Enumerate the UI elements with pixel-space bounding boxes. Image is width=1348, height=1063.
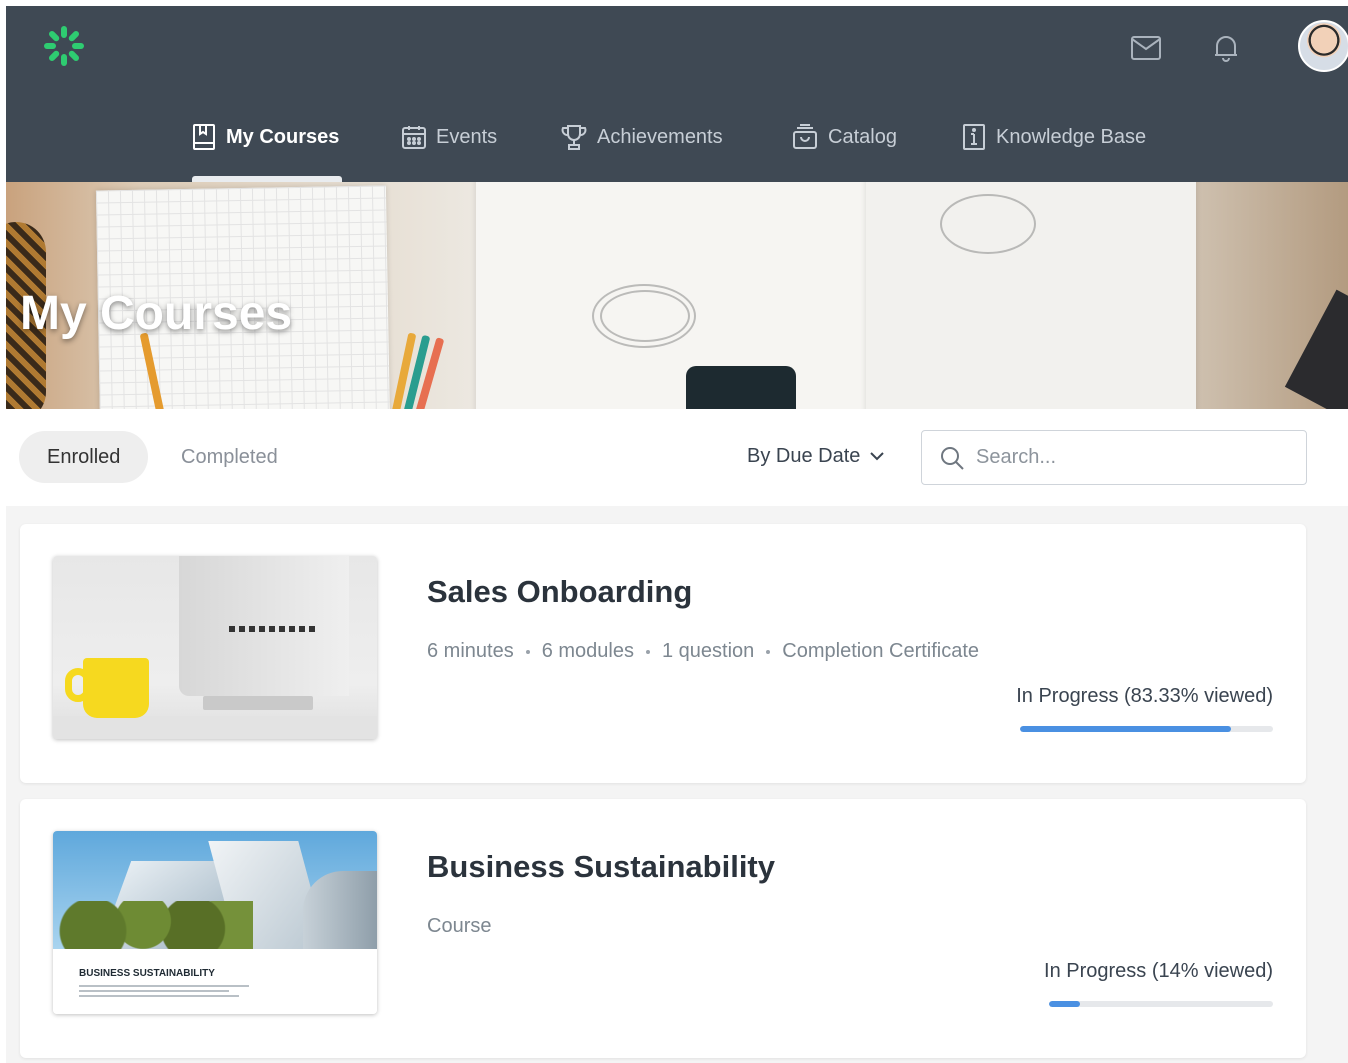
progress-fill bbox=[1049, 1001, 1081, 1007]
chevron-down-icon bbox=[870, 452, 885, 461]
nav-label: Events bbox=[436, 125, 498, 148]
nav-label: Catalog bbox=[828, 125, 897, 148]
separator-dot bbox=[646, 649, 650, 654]
bell-icon[interactable] bbox=[1210, 32, 1242, 64]
info-icon bbox=[963, 124, 985, 150]
nav-item-catalog[interactable]: Catalog bbox=[792, 120, 897, 154]
top-bar: My Courses Events Achievements Catalog K… bbox=[6, 6, 1348, 182]
progress-label: In Progress (83.33% viewed) bbox=[1016, 685, 1273, 707]
meta-duration: 6 minutes bbox=[427, 640, 514, 662]
course-title[interactable]: Business Sustainability bbox=[427, 849, 775, 885]
thumbnail-caption: BUSINESS SUSTAINABILITY bbox=[79, 968, 215, 979]
search-box bbox=[921, 430, 1307, 485]
tab-enrolled[interactable]: Enrolled bbox=[19, 431, 149, 483]
search-input[interactable] bbox=[976, 446, 1276, 469]
progress-bar bbox=[1049, 1001, 1273, 1007]
nav-item-my-courses[interactable]: My Courses bbox=[192, 120, 339, 154]
hero-decoration bbox=[866, 182, 1196, 409]
nav-label: Knowledge Base bbox=[996, 125, 1147, 148]
tab-completed[interactable]: Completed bbox=[153, 431, 306, 483]
course-meta: Course bbox=[427, 915, 491, 938]
main-nav: My Courses Events Achievements Catalog K… bbox=[6, 106, 1348, 182]
progress-label: In Progress (14% viewed) bbox=[1044, 960, 1273, 982]
course-card[interactable]: BUSINESS SUSTAINABILITY Business Sustain… bbox=[20, 799, 1306, 1058]
separator-dot bbox=[766, 649, 771, 654]
sort-label: By Due Date bbox=[747, 445, 861, 467]
course-title[interactable]: Sales Onboarding bbox=[427, 574, 692, 610]
course-thumbnail[interactable]: BUSINESS SUSTAINABILITY bbox=[53, 831, 377, 1014]
hero-decoration bbox=[476, 182, 866, 409]
nav-label: Achievements bbox=[597, 125, 723, 148]
nav-item-achievements[interactable]: Achievements bbox=[561, 120, 723, 154]
hero-banner: My Courses bbox=[6, 182, 1348, 409]
course-meta: 6 minutes 6 modules 1 question Completio… bbox=[427, 640, 979, 663]
trophy-icon bbox=[561, 125, 587, 150]
hero-decoration bbox=[1284, 289, 1348, 409]
mail-icon[interactable] bbox=[1130, 32, 1162, 64]
inbox-icon bbox=[793, 124, 817, 149]
filter-toolbar: Enrolled Completed By Due Date bbox=[6, 409, 1348, 506]
page-title: My Courses bbox=[20, 287, 293, 340]
app-frame: My Courses Events Achievements Catalog K… bbox=[6, 6, 1348, 1063]
search-icon bbox=[941, 446, 964, 470]
nav-label: My Courses bbox=[226, 125, 340, 148]
hero-decoration bbox=[686, 366, 796, 409]
meta-questions: 1 question bbox=[662, 640, 755, 662]
nav-item-knowledge-base[interactable]: Knowledge Base bbox=[962, 120, 1146, 154]
separator-dot bbox=[525, 649, 530, 654]
nav-item-events[interactable]: Events bbox=[402, 120, 497, 154]
book-icon bbox=[193, 124, 215, 150]
user-avatar[interactable] bbox=[1298, 20, 1348, 72]
sort-dropdown[interactable]: By Due Date bbox=[747, 445, 885, 468]
meta-certificate: Completion Certificate bbox=[782, 640, 980, 662]
course-card[interactable]: Sales Onboarding 6 minutes 6 modules 1 q… bbox=[20, 524, 1306, 783]
meta-type: Course bbox=[427, 915, 492, 937]
progress-fill bbox=[1020, 726, 1231, 732]
meta-modules: 6 modules bbox=[541, 640, 634, 662]
calendar-icon bbox=[402, 126, 426, 149]
course-thumbnail[interactable] bbox=[53, 556, 377, 739]
asterisk-logo-icon[interactable] bbox=[42, 24, 86, 68]
progress-bar bbox=[1020, 726, 1273, 732]
